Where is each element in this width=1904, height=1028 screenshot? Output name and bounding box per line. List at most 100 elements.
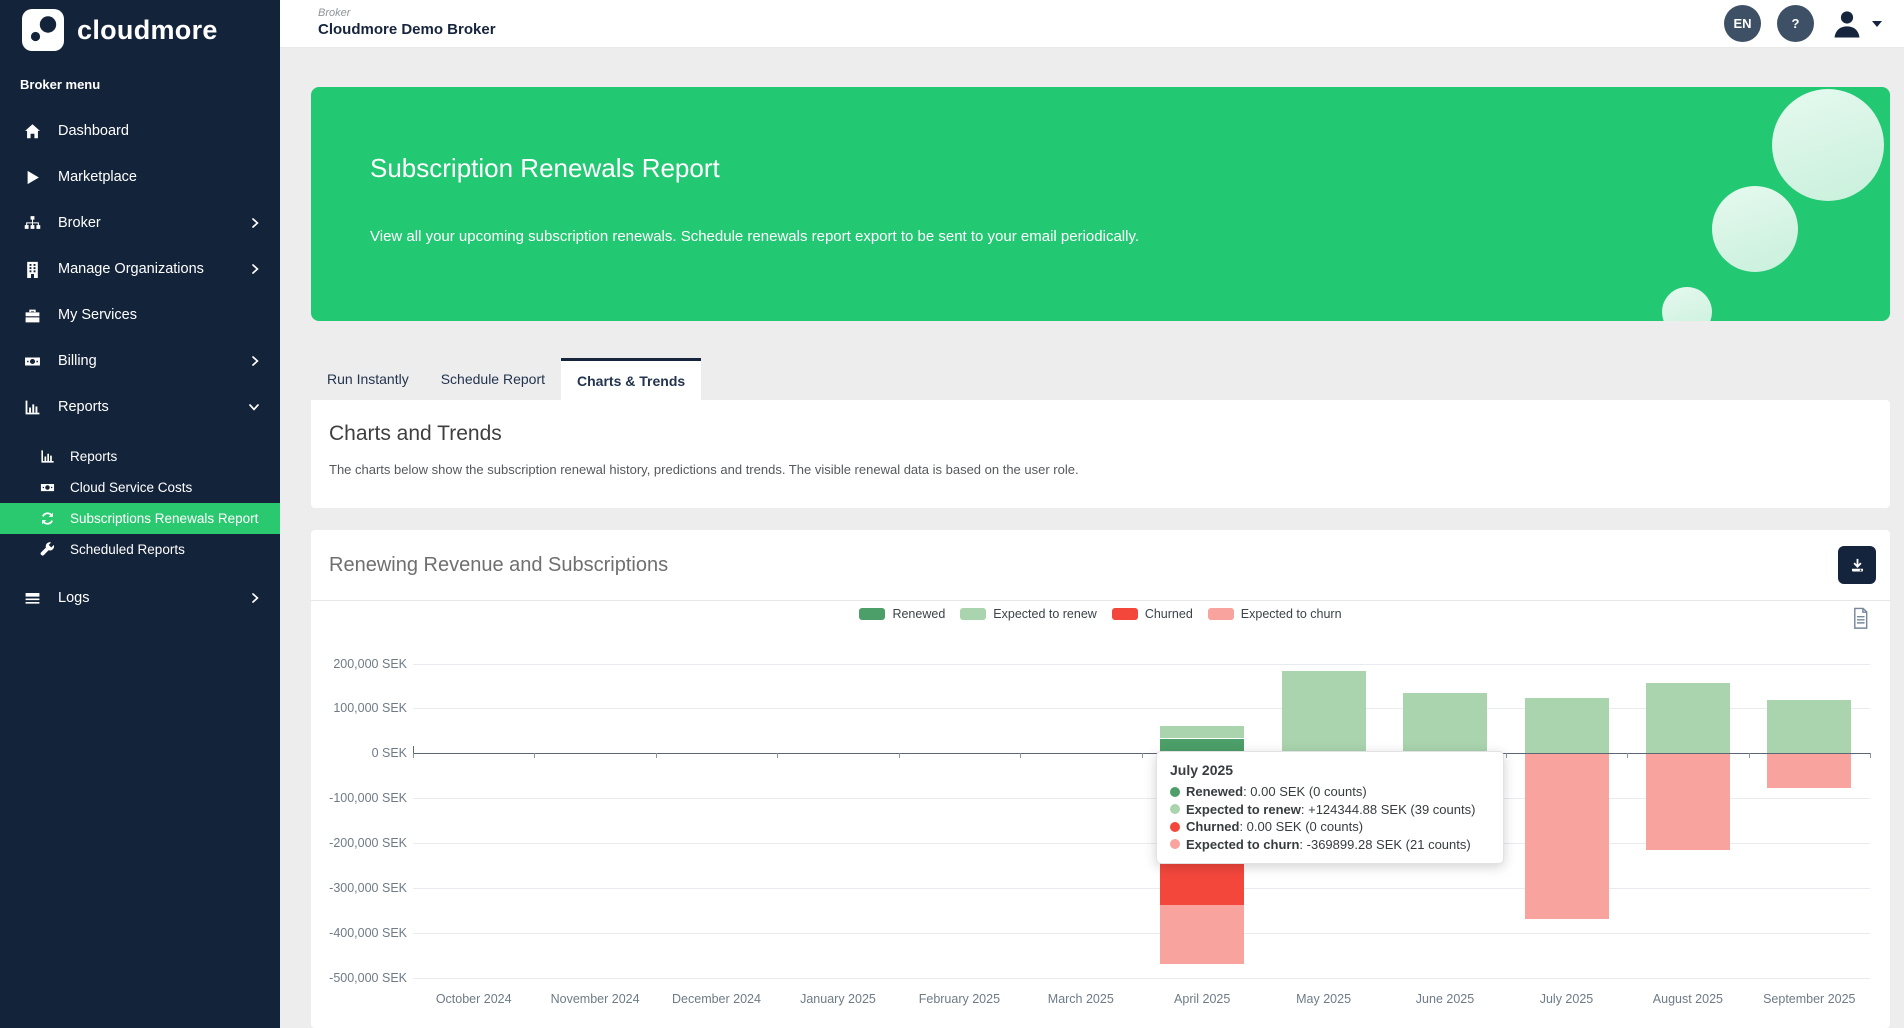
tooltip-title: July 2025 <box>1170 762 1490 778</box>
sidebar-item-label: Manage Organizations <box>58 261 204 277</box>
sitemap-icon <box>24 215 41 232</box>
tab-schedule-report[interactable]: Schedule Report <box>425 358 561 400</box>
page-title: Subscription Renewals Report <box>370 153 1890 184</box>
legend-item-churned[interactable]: Churned <box>1112 607 1193 621</box>
sidebar-item-broker[interactable]: Broker <box>0 200 280 246</box>
tooltip-row-text: Churned: 0.00 SEK (0 counts) <box>1186 818 1363 836</box>
sidebar-item-label: Dashboard <box>58 123 129 139</box>
chart-area: Renewed Expected to renew Churned Expected … <box>311 601 1890 1006</box>
wrench-icon <box>40 542 55 557</box>
x-axis-label: October 2024 <box>413 992 535 1006</box>
sidebar-item-manage-organizations[interactable]: Manage Organizations <box>0 246 280 292</box>
sidebar-item-label: Broker <box>58 215 101 231</box>
bar-segment-expected-to-renew[interactable] <box>1282 671 1366 753</box>
y-axis-label: -500,000 SEK <box>311 971 407 985</box>
sidebar-item-reports[interactable]: Reports <box>0 384 280 430</box>
y-axis-label: -100,000 SEK <box>311 791 407 805</box>
y-axis-label: -300,000 SEK <box>311 881 407 895</box>
x-axis-label: May 2025 <box>1263 992 1385 1006</box>
tooltip-row-text: Expected to churn: -369899.28 SEK (21 co… <box>1186 836 1471 854</box>
chart-title: Renewing Revenue and Subscriptions <box>329 554 668 577</box>
brand-logo[interactable]: cloudmore <box>0 0 280 51</box>
sidebar-item-marketplace[interactable]: Marketplace <box>0 154 280 200</box>
legend-item-renewed[interactable]: Renewed <box>859 607 945 621</box>
sidebar-item-logs[interactable]: Logs <box>0 575 280 621</box>
language-button[interactable]: EN <box>1724 5 1761 42</box>
building-icon <box>24 261 41 278</box>
axis-tick <box>534 753 535 758</box>
money-icon <box>24 353 41 370</box>
tooltip-row-renewed: Renewed: 0.00 SEK (0 counts) <box>1170 783 1490 801</box>
help-button[interactable]: ? <box>1777 5 1814 42</box>
cloudmore-logo-icon <box>22 9 64 51</box>
sidebar-item-dashboard[interactable]: Dashboard <box>0 108 280 154</box>
chart-tooltip: July 2025 Renewed: 0.00 SEK (0 counts)Ex… <box>1156 751 1504 864</box>
bar-segment-expected-to-churn[interactable] <box>1767 753 1851 788</box>
x-axis-label: September 2025 <box>1748 992 1870 1006</box>
chevron-right-icon <box>250 355 260 367</box>
gridline <box>413 933 1870 934</box>
axis-tick <box>899 753 900 758</box>
main-content: Subscription Renewals Report View all yo… <box>280 48 1904 1028</box>
sidebar-item-scheduled-reports[interactable]: Scheduled Reports <box>0 534 280 565</box>
tab-charts-trends[interactable]: Charts & Trends <box>561 358 701 400</box>
legend-item-expected-to-renew[interactable]: Expected to renew <box>960 607 1097 621</box>
bar-segment-expected-to-churn[interactable] <box>1525 753 1609 919</box>
play-icon <box>24 169 41 186</box>
bar-segment-expected-to-churn[interactable] <box>1160 905 1244 964</box>
banner-decoration-circle <box>1662 287 1712 321</box>
logs-icon <box>24 590 41 607</box>
bar-segment-expected-to-renew[interactable] <box>1160 726 1244 738</box>
section-description: The charts below show the subscription r… <box>329 462 1872 477</box>
legend-swatch <box>1112 608 1138 620</box>
x-axis-label: April 2025 <box>1141 992 1263 1006</box>
gridline <box>413 664 1870 665</box>
sidebar-item-reports[interactable]: Reports <box>0 441 280 472</box>
series-dot-icon <box>1170 787 1180 797</box>
sidebar-item-label: Marketplace <box>58 169 137 185</box>
download-icon <box>1849 557 1866 574</box>
chevron-right-icon <box>250 217 260 229</box>
x-axis-label: March 2025 <box>1020 992 1142 1006</box>
legend-swatch <box>859 608 885 620</box>
y-axis-label: 200,000 SEK <box>311 657 407 671</box>
section-heading: Charts and Trends <box>329 422 1872 446</box>
tooltip-row-churned: Churned: 0.00 SEK (0 counts) <box>1170 818 1490 836</box>
sidebar-item-label: My Services <box>58 307 137 323</box>
money-icon <box>40 480 55 495</box>
series-dot-icon <box>1170 822 1180 832</box>
bar-segment-expected-to-renew[interactable] <box>1525 698 1609 754</box>
download-report-button[interactable] <box>1838 546 1876 584</box>
topbar-actions: EN ? <box>1724 5 1882 42</box>
bar-segment-expected-to-churn[interactable] <box>1646 753 1730 849</box>
series-dot-icon <box>1170 804 1180 814</box>
bar-segment-expected-to-renew[interactable] <box>1646 683 1730 753</box>
x-axis-label: June 2025 <box>1384 992 1506 1006</box>
y-axis-label: 100,000 SEK <box>311 701 407 715</box>
chevron-right-icon <box>250 592 260 604</box>
page: { "brand": { "name": "cloudmore" }, "sid… <box>0 0 1904 1028</box>
tab-run-instantly[interactable]: Run Instantly <box>311 358 425 400</box>
user-menu[interactable] <box>1830 7 1882 41</box>
sidebar-item-label: Reports <box>58 399 109 415</box>
chart-card: Renewing Revenue and Subscriptions Renew… <box>311 530 1890 1028</box>
topbar: Broker Cloudmore Demo Broker EN ? <box>280 0 1904 48</box>
legend-swatch <box>1208 608 1234 620</box>
sidebar-item-label: Cloud Service Costs <box>70 480 192 495</box>
tooltip-row-expected-to-churn: Expected to churn: -369899.28 SEK (21 co… <box>1170 836 1490 854</box>
sidebar-item-my-services[interactable]: My Services <box>0 292 280 338</box>
legend-item-expected-to-churn[interactable]: Expected to churn <box>1208 607 1342 621</box>
sidebar-item-subscriptions-renewals-report[interactable]: Subscriptions Renewals Report <box>0 503 280 534</box>
sidebar-item-cloud-service-costs[interactable]: Cloud Service Costs <box>0 472 280 503</box>
chart-export-menu-icon[interactable] <box>1851 607 1870 633</box>
breadcrumb-label: Broker <box>318 7 496 21</box>
page-banner: Subscription Renewals Report View all yo… <box>311 87 1890 321</box>
bar-segment-expected-to-renew[interactable] <box>1403 693 1487 753</box>
chart-icon <box>24 399 41 416</box>
tooltip-row-text: Expected to renew: +124344.88 SEK (39 co… <box>1186 801 1475 819</box>
page-description: View all your upcoming subscription rene… <box>370 228 1890 245</box>
axis-tick <box>1870 753 1871 758</box>
legend-label: Churned <box>1145 607 1193 621</box>
sidebar-item-billing[interactable]: Billing <box>0 338 280 384</box>
bar-segment-expected-to-renew[interactable] <box>1767 700 1851 754</box>
